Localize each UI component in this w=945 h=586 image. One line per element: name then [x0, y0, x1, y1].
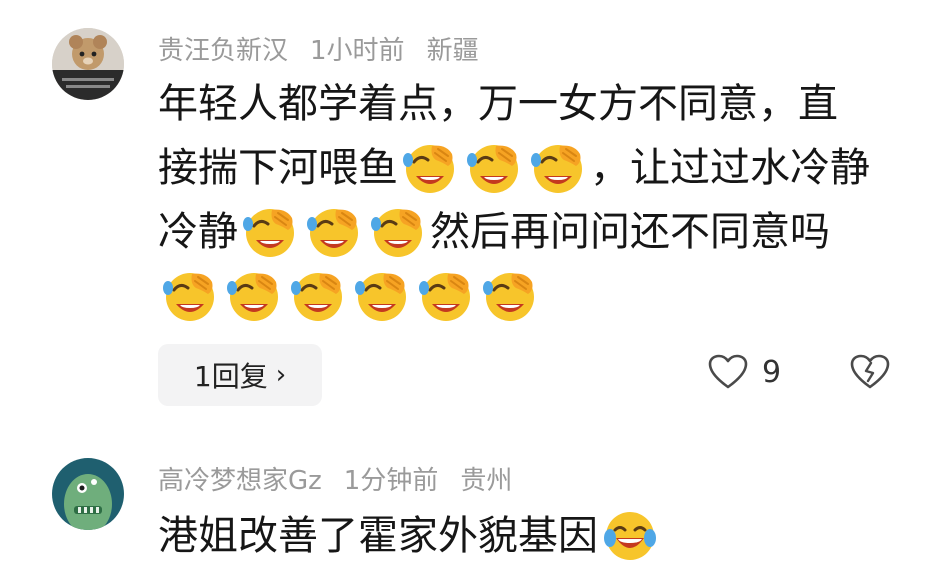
- face-holding-back-tears-icon: [419, 273, 470, 321]
- face-holding-back-tears-icon: [403, 145, 454, 193]
- comment-text-segment: 冷静: [158, 209, 238, 255]
- face-holding-back-tears-icon: [483, 273, 534, 321]
- avatar[interactable]: [52, 458, 124, 530]
- heart-outline-icon: [708, 354, 748, 389]
- reply-count-label: 1回复: [193, 360, 268, 393]
- face-holding-back-tears-icon: [243, 209, 294, 257]
- author-name[interactable]: 高冷梦想家Gz: [158, 466, 322, 496]
- like-count: 9: [762, 354, 782, 390]
- comment-time: 1分钟前: [343, 466, 439, 496]
- comment-text-line: 冷静 然后再问问还不同意吗: [158, 200, 898, 264]
- broken-heart-icon: [850, 354, 890, 389]
- comment-text-line: 接揣下河喂鱼 ，让过过水冷静: [158, 136, 898, 200]
- like-button[interactable]: 9: [708, 354, 781, 390]
- comment-meta: 高冷梦想家Gz 1分钟前 贵州: [158, 460, 534, 497]
- comment-text-line: 港姐改善了霍家外貌基因: [158, 504, 898, 568]
- view-replies-button[interactable]: 1回复 ›: [158, 344, 322, 406]
- comment-text-segment: 港姐改善了霍家外貌基因: [158, 513, 598, 559]
- face-holding-back-tears-icon: [163, 273, 214, 321]
- comment-text-segment: 然后再问问还不同意吗: [430, 209, 830, 255]
- face-holding-back-tears-icon: [291, 273, 342, 321]
- comment-location: 贵州: [460, 466, 513, 496]
- comment-text: 港姐改善了霍家外貌基因: [158, 504, 898, 568]
- comment-item: 高冷梦想家Gz 1分钟前 贵州 港姐改善了霍家外貌基因: [0, 0, 945, 560]
- chevron-right-icon: ›: [275, 360, 287, 390]
- face-holding-back-tears-icon: [355, 273, 406, 321]
- comment-text-segment: 接揣下河喂鱼: [158, 145, 398, 191]
- face-holding-back-tears-icon: [307, 209, 358, 257]
- comment-text-line: [158, 264, 898, 328]
- dislike-button[interactable]: [850, 354, 890, 394]
- face-holding-back-tears-icon: [227, 273, 278, 321]
- face-with-tears-of-joy-icon: [604, 512, 656, 560]
- face-holding-back-tears-icon: [371, 209, 422, 257]
- comment-text-segment: ，让过过水冷静: [590, 145, 870, 191]
- face-holding-back-tears-icon: [531, 145, 582, 193]
- face-holding-back-tears-icon: [467, 145, 518, 193]
